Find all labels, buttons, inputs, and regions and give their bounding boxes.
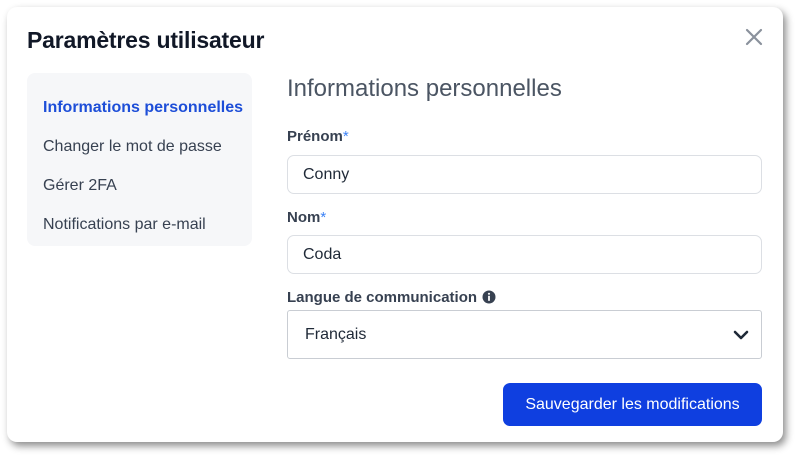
sidebar-item-email-notifications[interactable]: Notifications par e-mail [43,216,206,234]
sidebar-item-change-password[interactable]: Changer le mot de passe [43,138,222,156]
first-name-input[interactable] [287,155,762,194]
first-name-label-text: Prénom [287,128,343,145]
settings-sidebar: Informations personnelles Changer le mot… [27,73,252,246]
save-changes-button[interactable]: Sauvegarder les modifications [503,383,762,426]
close-icon [745,28,763,46]
close-button[interactable] [743,26,765,48]
language-selected-value: Français [305,326,367,343]
section-title: Informations personnelles [287,75,562,102]
language-label: Langue de communication [287,289,478,306]
user-settings-dialog: Paramètres utilisateur Informations pers… [7,7,783,442]
last-name-input[interactable] [287,235,762,274]
last-name-label-text: Nom [287,209,321,226]
required-mark: * [342,128,349,145]
last-name-label: Nom* [287,209,326,226]
first-name-label: Prénom* [287,128,349,145]
dialog-title: Paramètres utilisateur [27,27,265,53]
required-mark: * [320,209,327,226]
sidebar-item-manage-2fa[interactable]: Gérer 2FA [43,177,117,195]
language-select[interactable]: Français [287,310,762,359]
chevron-down-icon [733,330,749,340]
info-circle-icon[interactable] [482,290,496,304]
sidebar-item-personal-info[interactable]: Informations personnelles [43,99,243,117]
